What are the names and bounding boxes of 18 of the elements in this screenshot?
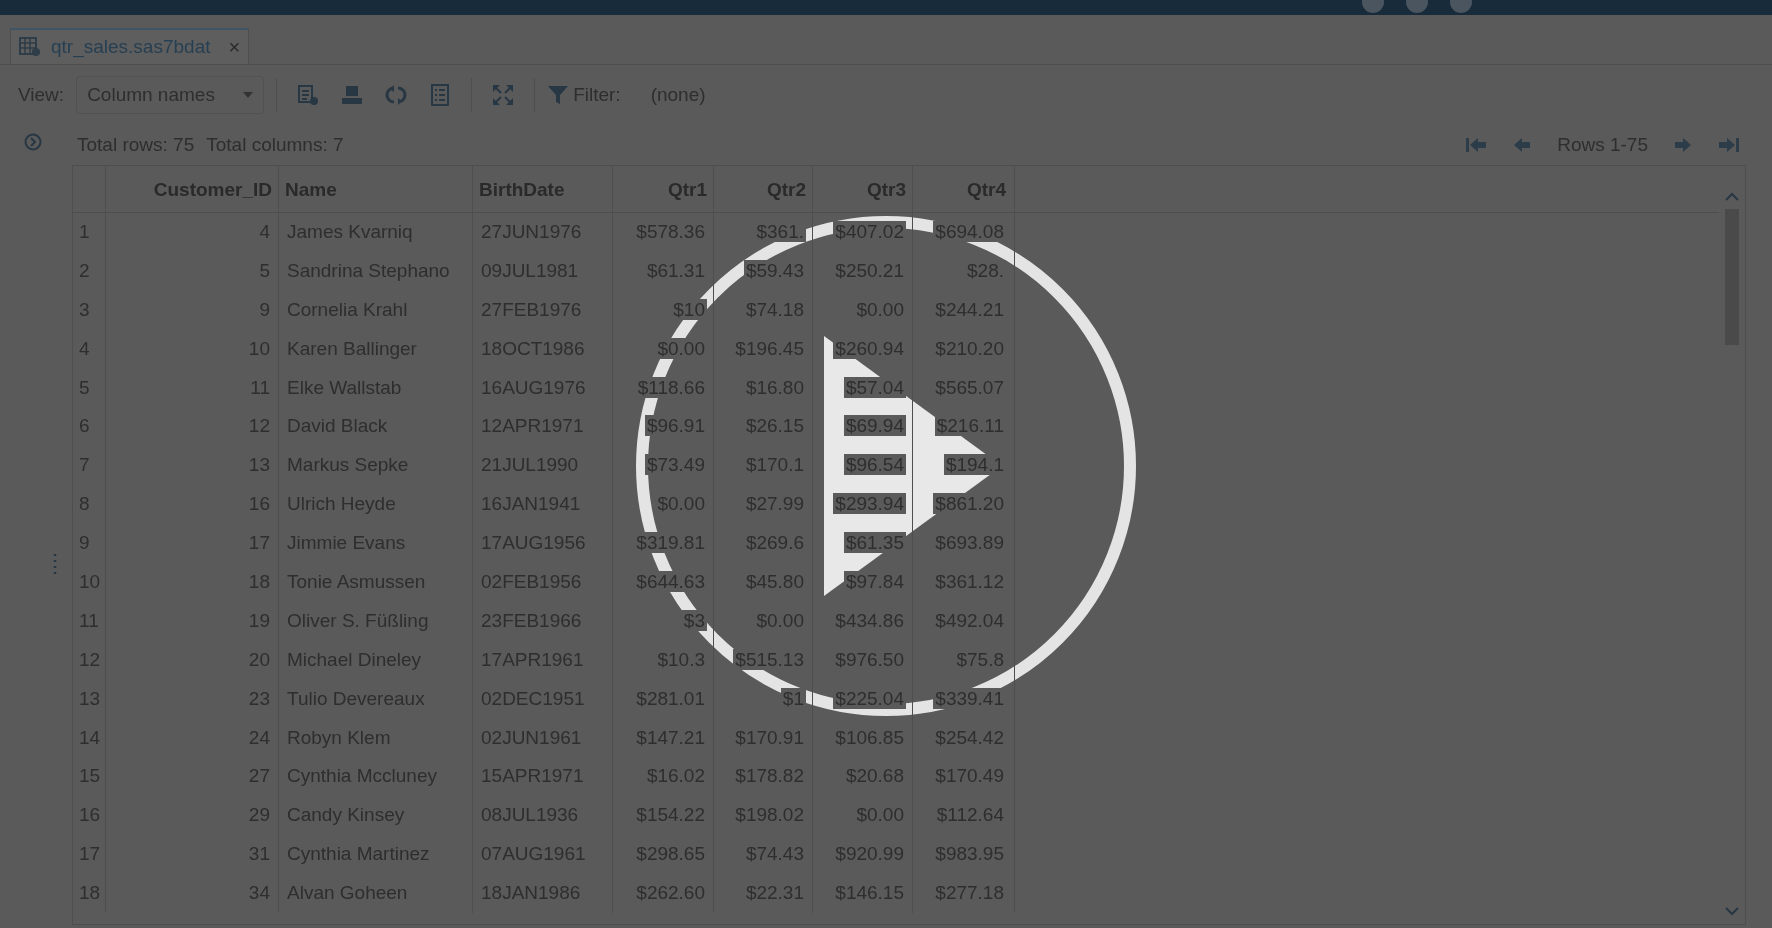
filter-icon — [547, 84, 570, 106]
file-tab[interactable]: qtr_sales.sas7bdat × — [10, 28, 250, 64]
previous-page-icon[interactable] — [1513, 136, 1532, 154]
table-icon — [19, 37, 41, 57]
table-properties-icon[interactable] — [297, 84, 320, 106]
tab-title: qtr_sales.sas7bdat — [51, 34, 211, 60]
resize-handle-icon[interactable] — [53, 553, 57, 577]
scroll-up-icon[interactable] — [1725, 192, 1739, 201]
close-button[interactable]: × — [228, 32, 241, 62]
computer-icon[interactable] — [341, 84, 364, 106]
first-page-icon[interactable] — [1465, 136, 1488, 154]
scroll-down-icon[interactable] — [1725, 907, 1739, 916]
last-page-icon[interactable] — [1718, 136, 1740, 154]
caret-icon — [243, 92, 254, 98]
next-page-icon[interactable] — [1674, 136, 1692, 154]
list-icon[interactable] — [429, 84, 452, 106]
expand-icon[interactable] — [492, 84, 515, 106]
refresh-icon[interactable] — [385, 84, 408, 106]
